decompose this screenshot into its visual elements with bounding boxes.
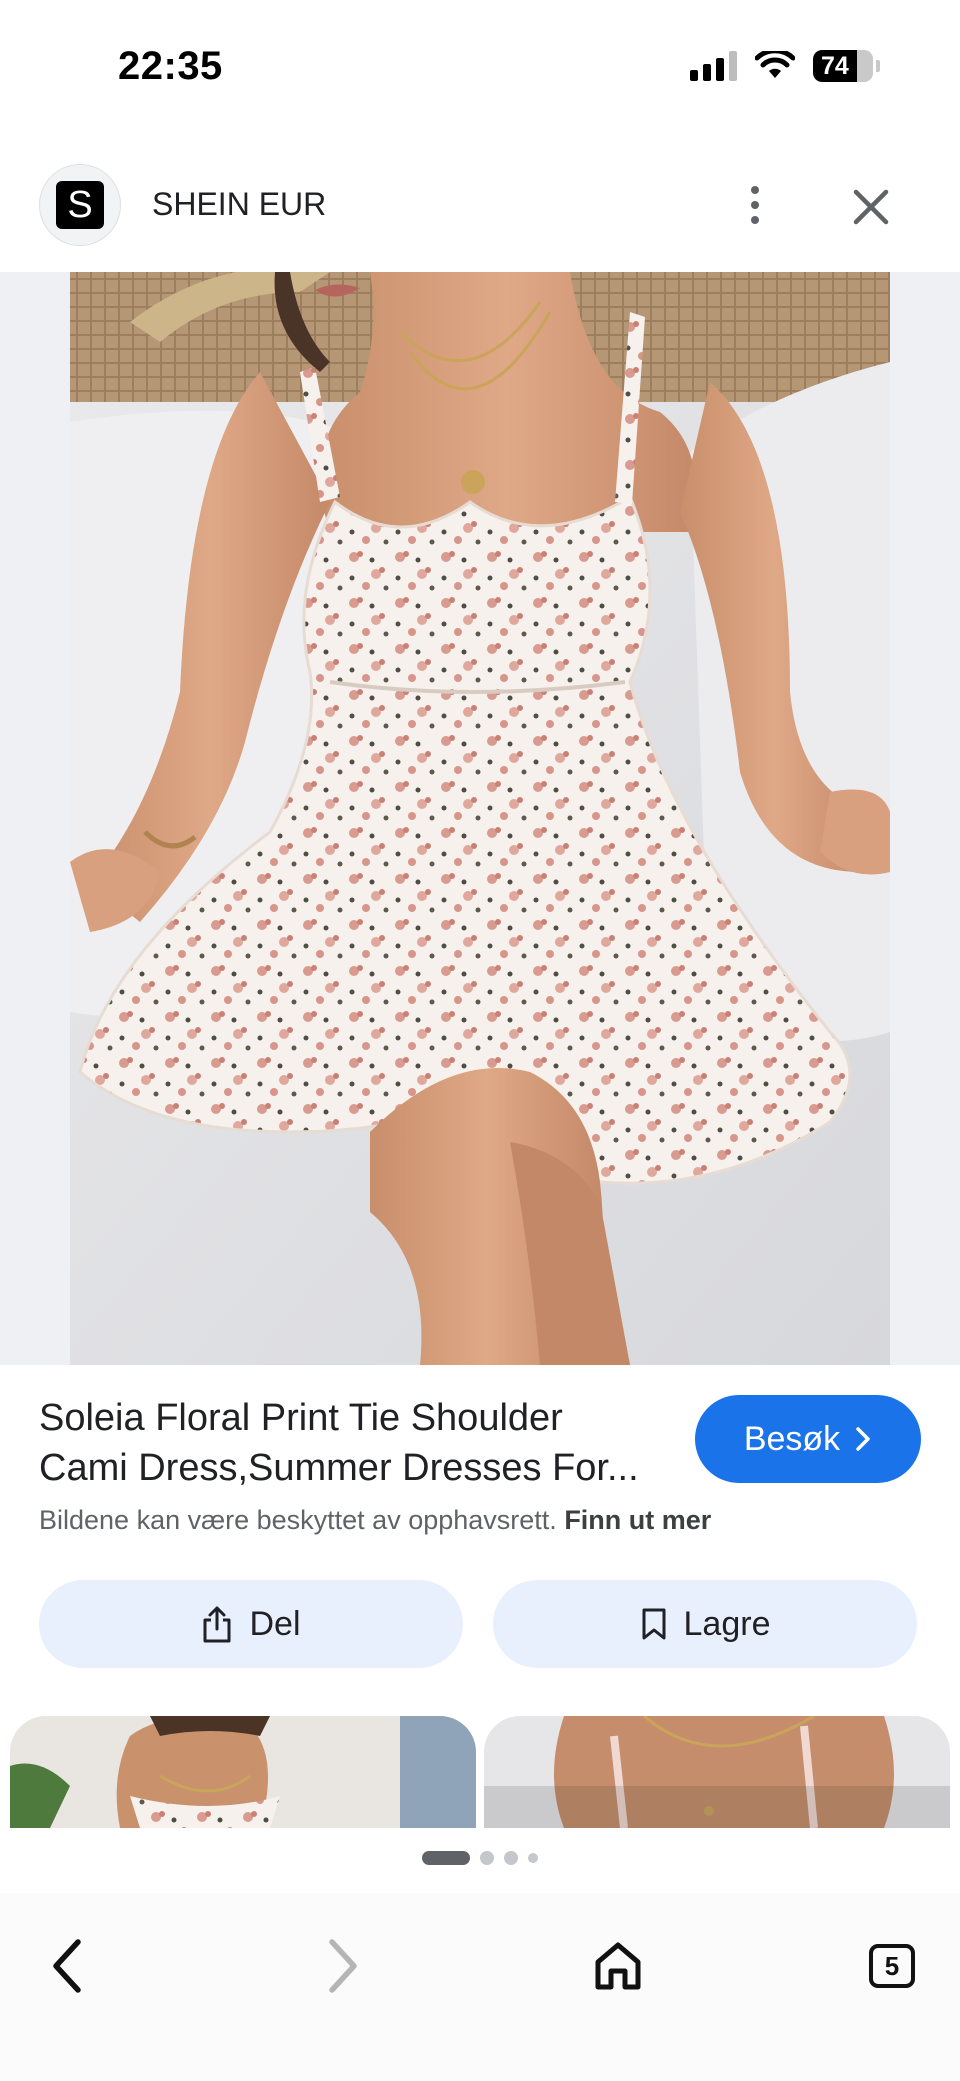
save-button[interactable]: Lagre [493, 1580, 917, 1668]
copyright-notice: Bildene kan være beskyttet av opphavsret… [39, 1505, 711, 1536]
visit-button[interactable]: Besøk [695, 1395, 921, 1483]
site-logo-letter: S [56, 181, 104, 229]
tabs-icon: 5 [869, 1944, 915, 1988]
status-bar: 22:35 74 [0, 0, 960, 140]
home-button[interactable] [588, 1931, 648, 2001]
close-icon[interactable] [848, 184, 894, 230]
home-icon [595, 1942, 641, 1990]
share-label: Del [249, 1604, 301, 1643]
page-dot-active [422, 1851, 470, 1865]
back-icon [53, 1939, 81, 1993]
status-time: 22:35 [118, 44, 223, 88]
status-icons: 74 [690, 50, 880, 82]
page-dot [528, 1853, 538, 1863]
more-options-button[interactable] [735, 180, 775, 230]
copyright-text: Bildene kan være beskyttet av opphavsret… [39, 1505, 557, 1535]
image-viewer[interactable] [0, 272, 960, 1365]
back-button[interactable] [38, 1931, 98, 2001]
forward-icon [329, 1939, 357, 1993]
pagination-dots [0, 1851, 960, 1865]
page-dot [504, 1851, 518, 1865]
battery-level: 74 [821, 51, 849, 80]
product-title[interactable]: Soleia Floral Print Tie Shoulder Cami Dr… [39, 1393, 679, 1493]
bottom-navigation: 5 [0, 1893, 960, 2081]
tabs-count: 5 [884, 1950, 900, 1981]
related-image[interactable] [10, 1716, 476, 1828]
battery-icon: 74 [813, 50, 873, 82]
more-vertical-icon [751, 186, 759, 194]
product-title-line-1: Soleia Floral Print Tie Shoulder [39, 1397, 563, 1439]
chevron-right-icon [856, 1427, 870, 1451]
bookmark-icon [642, 1608, 666, 1640]
site-logo[interactable]: S [39, 164, 121, 246]
product-title-line-2: Cami Dress,Summer Dresses For... [39, 1447, 639, 1489]
site-name[interactable]: SHEIN EUR [152, 186, 326, 223]
tabs-button[interactable]: 5 [862, 1931, 922, 2001]
related-image[interactable] [484, 1716, 950, 1828]
page-dot [480, 1851, 494, 1865]
wifi-icon [755, 51, 795, 78]
learn-more-link[interactable]: Finn ut mer [564, 1505, 711, 1535]
signal-icon [690, 51, 737, 81]
forward-button[interactable] [312, 1931, 372, 2001]
share-button[interactable]: Del [39, 1580, 463, 1668]
product-image [70, 272, 890, 1365]
site-header: S SHEIN EUR [0, 160, 960, 270]
visit-label: Besøk [743, 1419, 841, 1458]
save-label: Lagre [683, 1604, 771, 1643]
share-icon [203, 1606, 231, 1643]
